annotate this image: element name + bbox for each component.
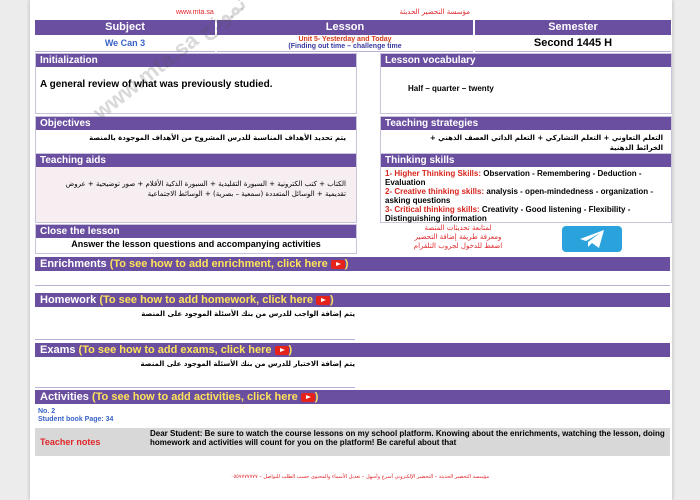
- aids-box: Teaching aids الكتاب + كتب الكترونية + ا…: [35, 153, 357, 223]
- close-box: Close the lesson Answer the lesson quest…: [35, 224, 357, 254]
- vocabulary-box: Lesson vocabulary Half – quarter – twent…: [380, 53, 672, 114]
- exams-link[interactable]: (To see how to add exams, click here: [79, 344, 272, 356]
- enrichments-bar: Enrichments (To see how to add enrichmen…: [35, 257, 670, 271]
- strategies-box: Teaching strategies التعلم التعاوني + ال…: [380, 116, 672, 154]
- exams-text: يتم إضافة الاختبار للدرس من بنك الأسئلة …: [35, 357, 355, 388]
- close-text: Answer the lesson questions and accompan…: [71, 239, 321, 249]
- semester-header: Semester: [475, 20, 671, 35]
- lesson-line-2: (Finding out time – challenge time: [288, 43, 402, 50]
- exams-link-end: ): [288, 344, 293, 356]
- thinking-label-2: 2- Creative thinking skills:: [385, 187, 485, 196]
- lesson-plan-page: www.mta.sa مؤسسة التحضير الحديثة Subject…: [30, 0, 672, 500]
- lesson-line-1: Unit 5- Yesterday and Today: [298, 36, 392, 43]
- activities-number: No. 2: [38, 408, 56, 415]
- exams-bar: Exams (To see how to add exams, click he…: [35, 343, 670, 357]
- vocabulary-title: Lesson vocabulary: [381, 54, 671, 67]
- exams-label: Exams: [40, 344, 76, 356]
- thinking-text: 1- Higher Thinking Skills: Observation -…: [381, 167, 671, 223]
- homework-bar: Homework (To see how to add homework, cl…: [35, 293, 670, 307]
- initialization-box: Initialization A general review of what …: [35, 53, 357, 114]
- footer-text: مؤسسة التحضير الحديثة – التحضير الإلكترو…: [230, 474, 490, 480]
- homework-label: Homework: [40, 294, 97, 306]
- homework-link[interactable]: (To see how to add homework, click here: [99, 294, 313, 306]
- close-title: Close the lesson: [36, 225, 356, 238]
- enrichments-link[interactable]: (To see how to add enrichment, click her…: [110, 258, 328, 270]
- thinking-label-3: 3- Critical thinking skills:: [385, 205, 480, 214]
- teacher-notes-row: Teacher notes Dear Student: Be sure to w…: [35, 428, 670, 456]
- objectives-text: يتم تحديد الأهداف المناسبة للدرس المشروح…: [89, 134, 346, 142]
- aids-title: Teaching aids: [36, 154, 356, 167]
- youtube-icon[interactable]: [274, 345, 289, 355]
- top-org: مؤسسة التحضير الحديثة: [399, 8, 470, 16]
- teacher-notes-label: Teacher notes: [40, 437, 101, 447]
- initialization-title: Initialization: [36, 54, 356, 67]
- activities-link[interactable]: (To see how to add activities, click her…: [92, 391, 298, 403]
- objectives-box: Objectives يتم تحديد الأهداف المناسبة لل…: [35, 116, 357, 154]
- activities-link-end: ): [314, 391, 319, 403]
- semester-value: Second 1445 H: [475, 36, 671, 52]
- youtube-icon[interactable]: [330, 259, 345, 269]
- thinking-label-1: 1- Higher Thinking Skills:: [385, 169, 482, 178]
- enrichments-link-end: ): [344, 258, 349, 270]
- activities-bar: Activities (To see how to add activities…: [35, 390, 670, 404]
- telegram-line-2: ومعرفة طريقة إضافة التحضير: [414, 233, 502, 241]
- enrichments-label: Enrichments: [40, 258, 107, 270]
- objectives-title: Objectives: [36, 117, 356, 130]
- telegram-line-1: لمتابعة تحديثات المنصة: [424, 224, 492, 232]
- teacher-notes-text: Dear Student: Be sure to watch the cours…: [150, 429, 665, 447]
- telegram-promo[interactable]: لمتابعة تحديثات المنصة ومعرفة طريقة إضاف…: [392, 224, 524, 251]
- strategies-text: التعلم التعاوني + التعلم التشاركي + التع…: [429, 134, 663, 152]
- activities-label: Activities: [40, 391, 89, 403]
- homework-link-end: ): [330, 294, 334, 306]
- homework-text: يتم إضافة الواجب للدرس من بنك الأسئلة ال…: [35, 307, 355, 340]
- telegram-line-3: اضغط للدخول لجروب التلقرام: [413, 242, 503, 250]
- telegram-icon[interactable]: [562, 226, 622, 252]
- lesson-header: Lesson: [217, 20, 473, 35]
- enrichments-content: [35, 271, 670, 286]
- aids-text: الكتاب + كتب الكترونية + السبورة التقليد…: [65, 180, 346, 198]
- lesson-value: Unit 5- Yesterday and Today (Finding out…: [217, 36, 473, 52]
- thinking-title: Thinking skills: [381, 154, 671, 167]
- thinking-box: Thinking skills 1- Higher Thinking Skill…: [380, 153, 672, 223]
- youtube-icon[interactable]: [316, 295, 331, 305]
- activities-page: Student book Page: 34: [38, 416, 114, 423]
- activities-content: No. 2 Student book Page: 34: [38, 408, 113, 424]
- vocabulary-text: Half – quarter – twenty: [408, 84, 494, 93]
- strategies-title: Teaching strategies: [381, 117, 671, 130]
- youtube-icon[interactable]: [300, 392, 315, 402]
